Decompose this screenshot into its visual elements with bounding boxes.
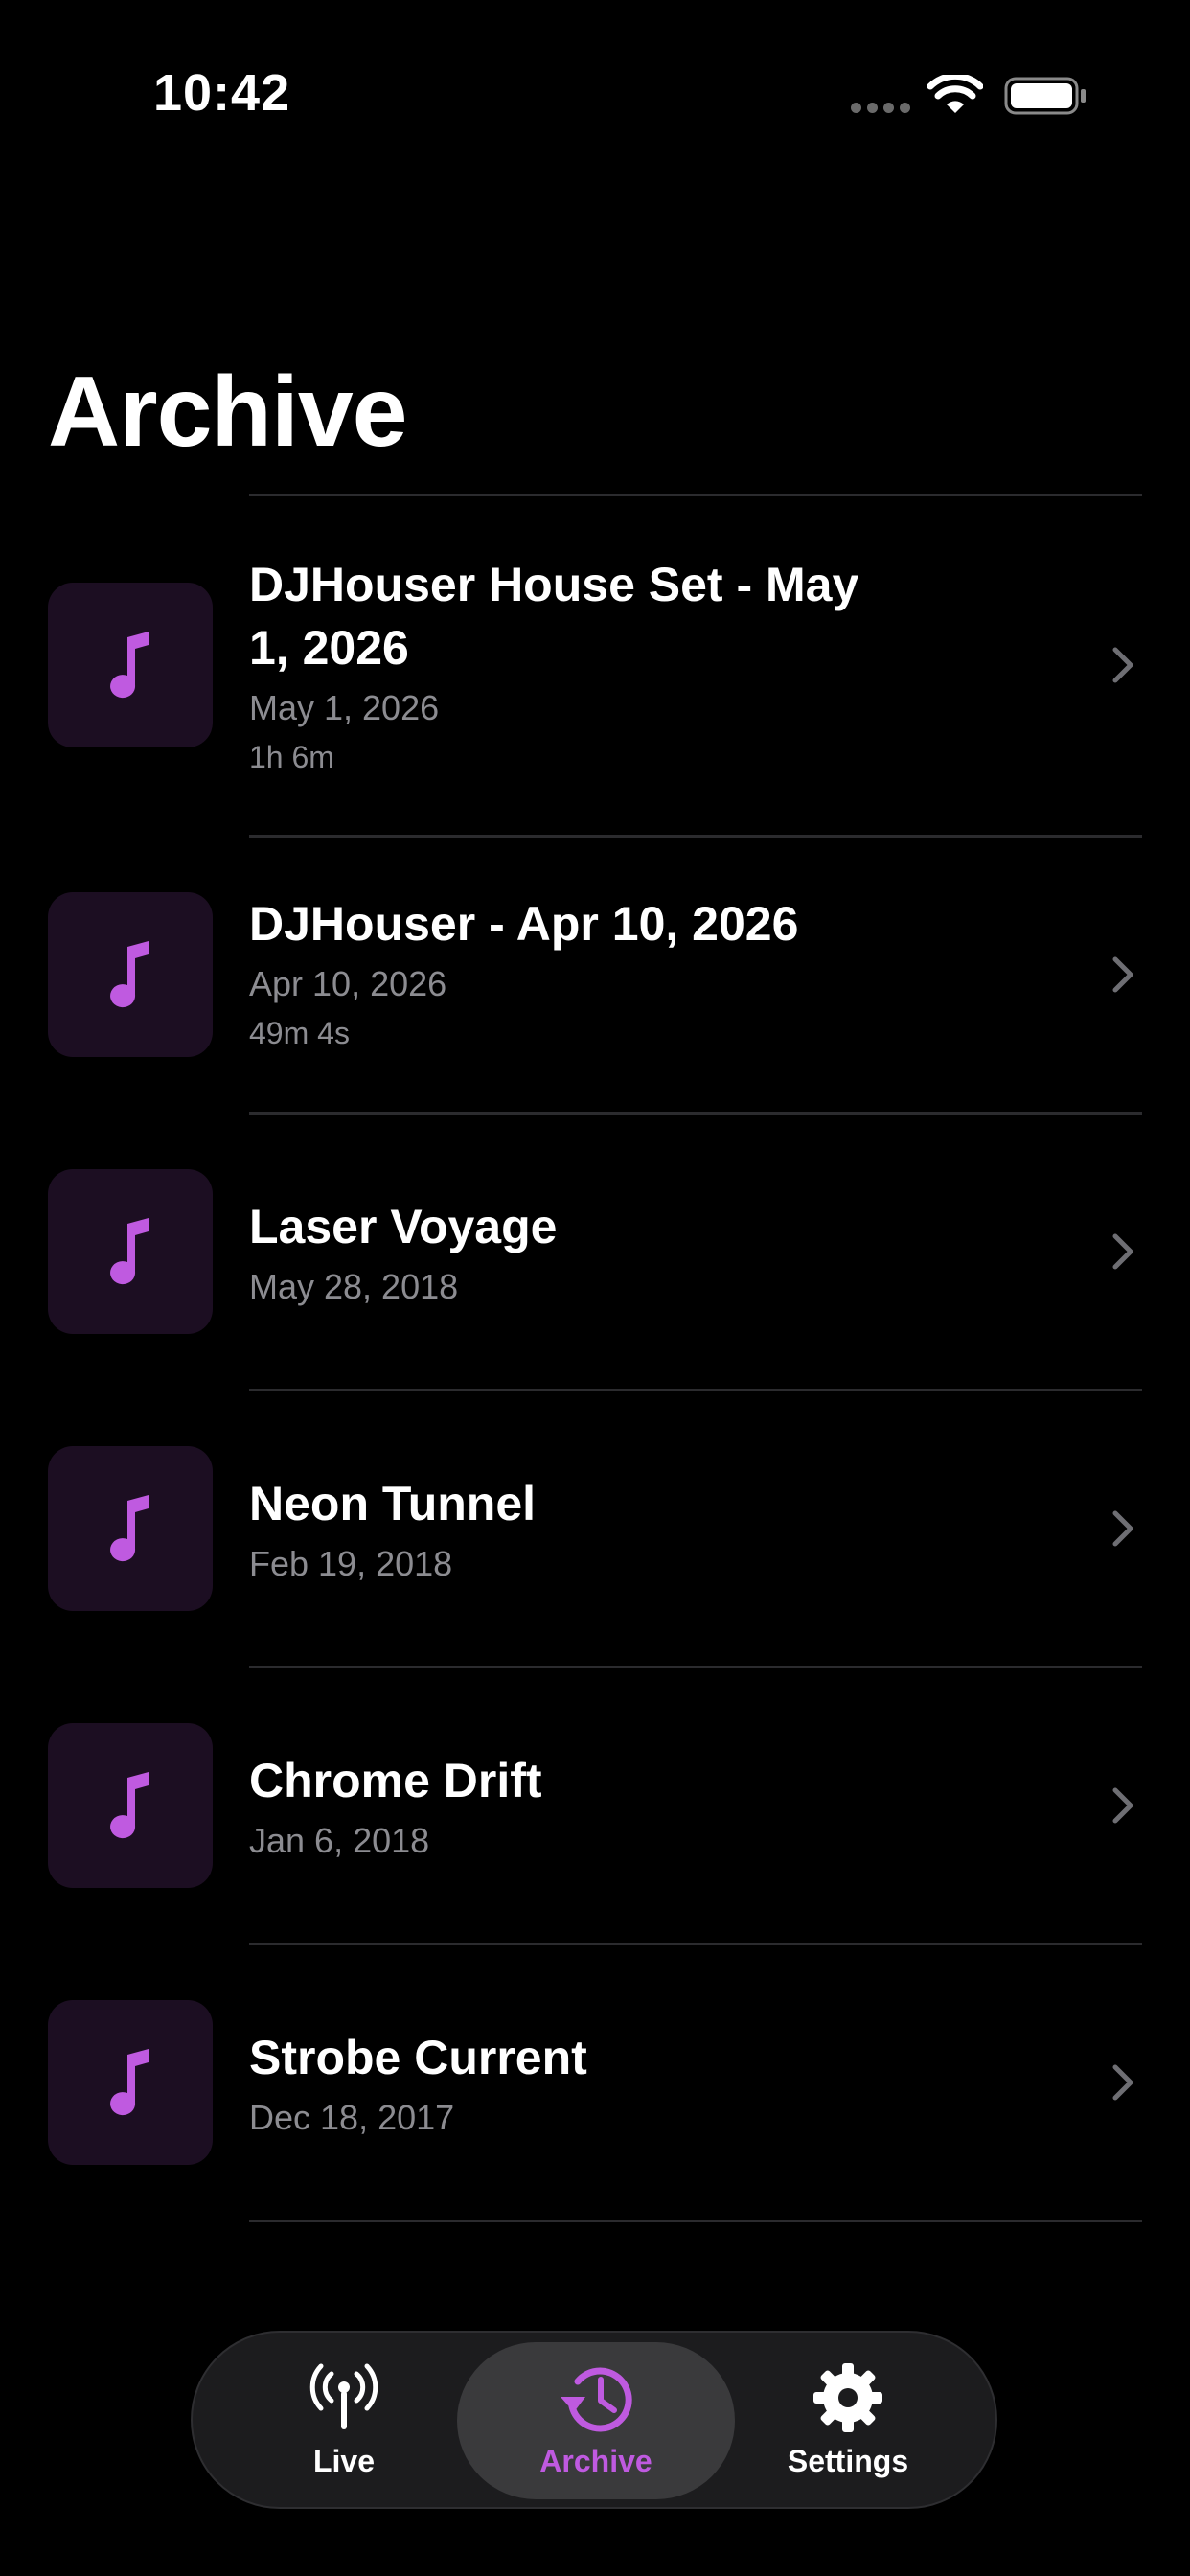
chevron-right-icon xyxy=(1112,956,1133,993)
music-note-icon xyxy=(48,1723,213,1888)
tab-live[interactable]: Live xyxy=(239,2342,449,2499)
wifi-icon xyxy=(927,75,983,113)
archive-item[interactable]: DJHouser House Set - May 1, 2026 May 1, … xyxy=(0,496,1190,835)
chevron-right-icon xyxy=(1112,2064,1133,2101)
tab-label: Live xyxy=(312,2444,376,2478)
chevron-right-icon xyxy=(1112,1787,1133,1824)
archive-item-date: Dec 18, 2017 xyxy=(249,2098,455,2137)
music-note-icon xyxy=(48,2000,213,2165)
archive-item[interactable]: DJHouser - Apr 10, 2026 Apr 10, 2026 49m… xyxy=(0,838,1190,1112)
archive-item-title: DJHouser House Set - May 1, 2026 xyxy=(249,558,859,675)
archive-item[interactable]: Neon Tunnel Feb 19, 2018 xyxy=(0,1392,1190,1666)
tab-label: Archive xyxy=(539,2444,652,2478)
archive-item-title: DJHouser - Apr 10, 2026 xyxy=(249,897,799,951)
list-divider xyxy=(249,2220,1142,2222)
archive-list: DJHouser House Set - May 1, 2026 May 1, … xyxy=(0,494,1190,2222)
archive-item-title: Strobe Current xyxy=(249,2031,587,2084)
archive-item[interactable]: Chrome Drift Jan 6, 2018 xyxy=(0,1668,1190,1943)
tab-archive[interactable]: Archive xyxy=(457,2342,735,2499)
status-bar: 10:42 xyxy=(0,0,1190,192)
archive-item[interactable]: Strobe Current Dec 18, 2017 xyxy=(0,1945,1190,2220)
archive-item[interactable]: Laser Voyage May 28, 2018 xyxy=(0,1115,1190,1389)
archive-item-date: Jan 6, 2018 xyxy=(249,1821,430,1860)
archive-item-date: May 1, 2026 xyxy=(249,688,440,727)
tab-bar: Live Archive Settings xyxy=(191,2331,997,2509)
antenna-icon xyxy=(309,2363,378,2429)
tab-label: Settings xyxy=(787,2444,909,2478)
battery-icon xyxy=(1004,77,1086,115)
music-note-icon xyxy=(48,583,213,748)
archive-item-title: Neon Tunnel xyxy=(249,1477,537,1530)
archive-item-title: Chrome Drift xyxy=(249,1754,542,1807)
chevron-right-icon xyxy=(1112,1233,1133,1270)
history-clock-icon xyxy=(561,2367,632,2432)
archive-item-date: Apr 10, 2026 xyxy=(249,964,447,1003)
tab-settings[interactable]: Settings xyxy=(743,2342,953,2499)
chevron-right-icon xyxy=(1112,647,1133,683)
music-note-icon xyxy=(48,1446,213,1611)
page-title: Archive xyxy=(48,356,408,468)
archive-item-duration: 1h 6m xyxy=(249,740,334,774)
cellular-signal-icon xyxy=(851,103,910,113)
gear-icon xyxy=(813,2363,882,2432)
archive-item-duration: 49m 4s xyxy=(249,1016,350,1050)
archive-item-date: May 28, 2018 xyxy=(249,1267,459,1306)
chevron-right-icon xyxy=(1112,1510,1133,1547)
archive-item-title: Laser Voyage xyxy=(249,1200,558,1254)
music-note-icon xyxy=(48,1169,213,1334)
archive-item-date: Feb 19, 2018 xyxy=(249,1544,453,1583)
status-time: 10:42 xyxy=(153,64,291,122)
music-note-icon xyxy=(48,892,213,1057)
